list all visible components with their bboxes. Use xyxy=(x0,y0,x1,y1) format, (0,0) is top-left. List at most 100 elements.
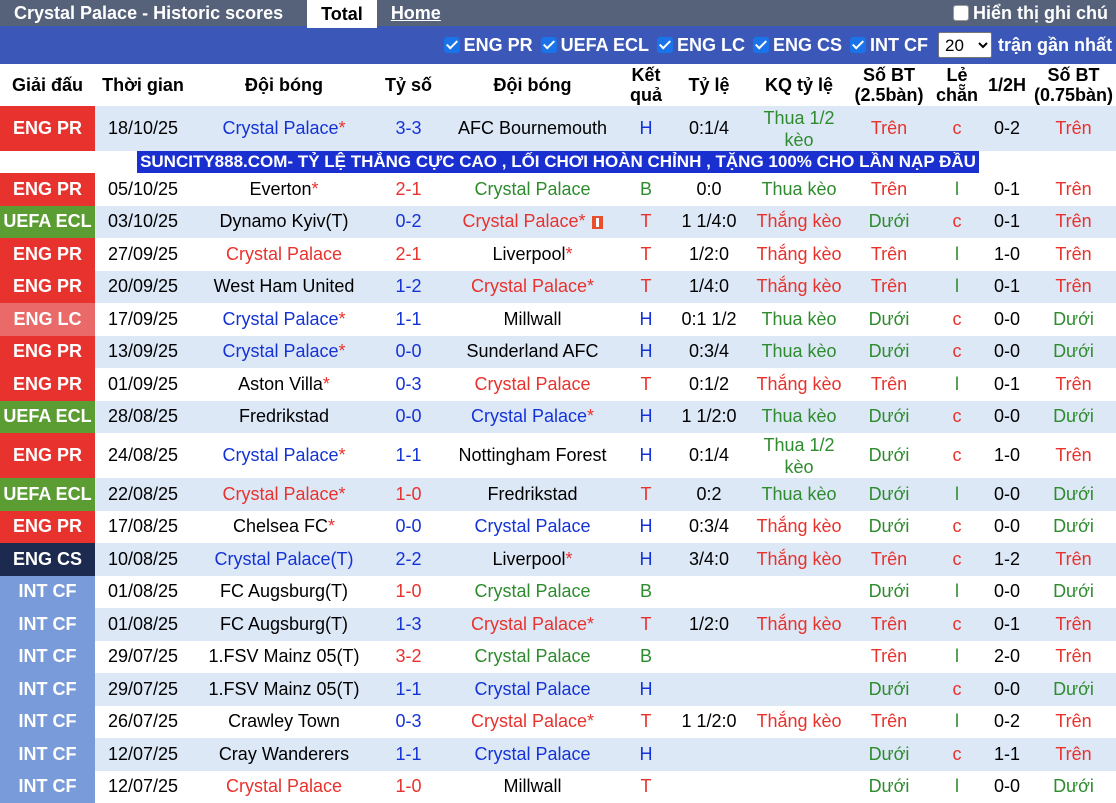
table-row[interactable]: ENG PR20/09/25West Ham United1-2Crystal … xyxy=(0,271,1116,304)
away-team[interactable]: Liverpool* xyxy=(440,543,625,576)
ad-banner-text[interactable]: SUNCITY888.COM- TỶ LỆ THẮNG CỰC CAO , LỐ… xyxy=(137,151,979,173)
score[interactable]: 1-0 xyxy=(377,576,440,609)
score[interactable]: 1-1 xyxy=(377,433,440,478)
score[interactable]: 0-0 xyxy=(377,511,440,544)
table-row[interactable]: ENG LC17/09/25Crystal Palace*1-1Millwall… xyxy=(0,303,1116,336)
score[interactable]: 1-0 xyxy=(377,478,440,511)
table-row[interactable]: UEFA ECL03/10/25Dynamo Kyiv(T)0-2Crystal… xyxy=(0,206,1116,239)
column-header[interactable]: Giải đấu xyxy=(0,64,95,106)
table-row[interactable]: ENG PR13/09/25Crystal Palace*0-0Sunderla… xyxy=(0,336,1116,369)
away-team[interactable]: Millwall xyxy=(440,771,625,803)
home-team[interactable]: Aston Villa* xyxy=(191,368,377,401)
checkbox-checked-icon[interactable] xyxy=(541,37,557,53)
home-team[interactable]: Cray Wanderers xyxy=(191,738,377,771)
table-row[interactable]: ENG PR24/08/25Crystal Palace*1-1Nottingh… xyxy=(0,433,1116,478)
column-header[interactable]: 1/2H xyxy=(983,64,1031,106)
table-row[interactable]: UEFA ECL28/08/25Fredrikstad0-0Crystal Pa… xyxy=(0,401,1116,434)
away-team[interactable]: Nottingham Forest xyxy=(440,433,625,478)
score[interactable]: 0-3 xyxy=(377,706,440,739)
home-team[interactable]: Crystal Palace* xyxy=(191,478,377,511)
table-row[interactable]: INT CF29/07/251.FSV Mainz 05(T)3-2Crysta… xyxy=(0,641,1116,674)
table-row[interactable]: ENG PR05/10/25Everton*2-1Crystal PalaceB… xyxy=(0,173,1116,206)
score[interactable]: 1-1 xyxy=(377,303,440,336)
home-team[interactable]: 1.FSV Mainz 05(T) xyxy=(191,641,377,674)
home-team[interactable]: Crystal Palace xyxy=(191,238,377,271)
filter-uefa-ecl[interactable]: UEFA ECL xyxy=(541,35,649,56)
score[interactable]: 1-2 xyxy=(377,271,440,304)
column-header[interactable]: Tỷ lệ xyxy=(667,64,751,106)
away-team[interactable]: Fredrikstad xyxy=(440,478,625,511)
home-team[interactable]: Crystal Palace* xyxy=(191,433,377,478)
away-team[interactable]: Crystal Palace xyxy=(440,511,625,544)
away-team[interactable]: Crystal Palace xyxy=(440,576,625,609)
away-team[interactable]: Crystal Palace xyxy=(440,173,625,206)
table-row[interactable]: INT CF12/07/25Crystal Palace1-0MillwallT… xyxy=(0,771,1116,803)
tab-total[interactable]: Total xyxy=(307,0,377,28)
score[interactable]: 1-3 xyxy=(377,608,440,641)
table-row[interactable]: UEFA ECL22/08/25Crystal Palace*1-0Fredri… xyxy=(0,478,1116,511)
match-count-select[interactable]: 20 xyxy=(938,32,992,58)
table-row[interactable]: INT CF01/08/25FC Augsburg(T)1-0Crystal P… xyxy=(0,576,1116,609)
away-team[interactable]: Crystal Palace xyxy=(440,641,625,674)
home-team[interactable]: Crystal Palace* xyxy=(191,106,377,151)
away-team[interactable]: Crystal Palace* xyxy=(440,271,625,304)
table-row[interactable]: INT CF01/08/25FC Augsburg(T)1-3Crystal P… xyxy=(0,608,1116,641)
home-team[interactable]: Chelsea FC* xyxy=(191,511,377,544)
column-header[interactable]: Số BT (2.5bàn) xyxy=(847,64,931,106)
home-team[interactable]: FC Augsburg(T) xyxy=(191,576,377,609)
score[interactable]: 2-1 xyxy=(377,238,440,271)
checkbox-checked-icon[interactable] xyxy=(850,37,866,53)
score[interactable]: 3-3 xyxy=(377,106,440,151)
column-header[interactable]: Số BT (0.75bàn) xyxy=(1031,64,1116,106)
away-team[interactable]: Crystal Palace* xyxy=(440,206,625,239)
away-team[interactable]: Crystal Palace* xyxy=(440,401,625,434)
column-header[interactable]: Đội bóng xyxy=(191,64,377,106)
away-team[interactable]: Liverpool* xyxy=(440,238,625,271)
home-team[interactable]: Everton* xyxy=(191,173,377,206)
table-row[interactable]: ENG CS10/08/25Crystal Palace(T)2-2Liverp… xyxy=(0,543,1116,576)
table-row[interactable]: ENG PR01/09/25Aston Villa*0-3Crystal Pal… xyxy=(0,368,1116,401)
tab-home[interactable]: Home xyxy=(377,0,455,26)
table-row[interactable]: ENG PR17/08/25Chelsea FC*0-0Crystal Pala… xyxy=(0,511,1116,544)
column-header[interactable]: KQ tỷ lệ xyxy=(751,64,847,106)
score[interactable]: 0-2 xyxy=(377,206,440,239)
table-row[interactable]: INT CF12/07/25Cray Wanderers1-1Crystal P… xyxy=(0,738,1116,771)
away-team[interactable]: Crystal Palace* xyxy=(440,706,625,739)
away-team[interactable]: Sunderland AFC xyxy=(440,336,625,369)
score[interactable]: 2-2 xyxy=(377,543,440,576)
home-team[interactable]: West Ham United xyxy=(191,271,377,304)
away-team[interactable]: Millwall xyxy=(440,303,625,336)
home-team[interactable]: 1.FSV Mainz 05(T) xyxy=(191,673,377,706)
checkbox-checked-icon[interactable] xyxy=(657,37,673,53)
show-notes-toggle[interactable]: Hiển thị ghi chú xyxy=(953,0,1108,26)
table-row[interactable]: INT CF29/07/251.FSV Mainz 05(T)1-1Crysta… xyxy=(0,673,1116,706)
table-row[interactable]: ENG PR27/09/25Crystal Palace2-1Liverpool… xyxy=(0,238,1116,271)
score[interactable]: 0-3 xyxy=(377,368,440,401)
column-header[interactable]: Thời gian xyxy=(95,64,191,106)
filter-int-cf[interactable]: INT CF xyxy=(850,35,928,56)
filter-eng-pr[interactable]: ENG PR xyxy=(444,35,533,56)
column-header[interactable]: Kết quả xyxy=(625,64,667,106)
away-team[interactable]: Crystal Palace* xyxy=(440,608,625,641)
home-team[interactable]: Dynamo Kyiv(T) xyxy=(191,206,377,239)
home-team[interactable]: Fredrikstad xyxy=(191,401,377,434)
score[interactable]: 1-0 xyxy=(377,771,440,803)
home-team[interactable]: FC Augsburg(T) xyxy=(191,608,377,641)
checkbox-checked-icon[interactable] xyxy=(753,37,769,53)
ad-banner-cell[interactable]: SUNCITY888.COM- TỶ LỆ THẮNG CỰC CAO , LỐ… xyxy=(0,151,1116,173)
score[interactable]: 1-1 xyxy=(377,738,440,771)
column-header[interactable]: Lẻ chẵn xyxy=(931,64,983,106)
home-team[interactable]: Crystal Palace* xyxy=(191,336,377,369)
score[interactable]: 1-1 xyxy=(377,673,440,706)
home-team[interactable]: Crystal Palace* xyxy=(191,303,377,336)
checkbox-checked-icon[interactable] xyxy=(444,37,460,53)
score[interactable]: 0-0 xyxy=(377,401,440,434)
home-team[interactable]: Crawley Town xyxy=(191,706,377,739)
checkbox-icon[interactable] xyxy=(953,5,969,21)
away-team[interactable]: Crystal Palace xyxy=(440,673,625,706)
table-row[interactable]: INT CF26/07/25Crawley Town0-3Crystal Pal… xyxy=(0,706,1116,739)
away-team[interactable]: Crystal Palace xyxy=(440,738,625,771)
column-header[interactable]: Đội bóng xyxy=(440,64,625,106)
column-header[interactable]: Tỷ số xyxy=(377,64,440,106)
home-team[interactable]: Crystal Palace(T) xyxy=(191,543,377,576)
